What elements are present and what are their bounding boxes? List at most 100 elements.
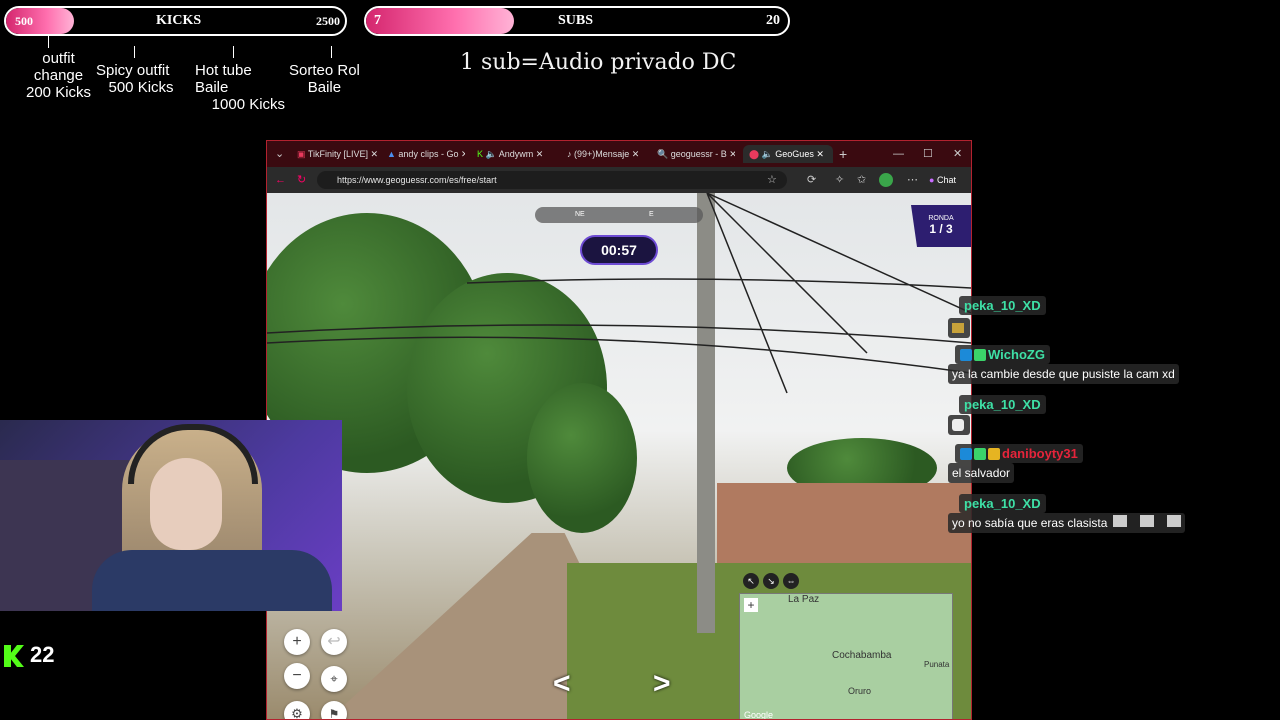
tab-label: GeoGues [775,149,814,159]
chat-username-text: peka_10_XD [964,397,1041,412]
extensions-icon[interactable]: ⟳ [807,167,816,193]
profile-avatar[interactable] [879,173,893,187]
kicks-goal-target: 2500 [316,14,340,28]
zoom-out-button[interactable]: − [284,663,310,689]
webcam-feed [0,420,342,611]
subs-goal-bar: 7 SUBS 20 [364,6,790,36]
moderator-badge-icon [960,349,972,361]
milestone-spicy-outfit: Spicy outfit 500 Kicks [96,62,174,96]
tab-label: andy clips - Go [398,149,459,159]
round-indicator: RONDA 1 / 3 [911,205,971,247]
map-place-la-paz: La Paz [788,594,820,605]
map-shrink-icon[interactable]: ↘ [763,573,779,589]
reload-icon[interactable]: ↻ [297,167,306,193]
emote-icon [952,323,964,333]
streamer-sweater [92,550,332,611]
flag-button[interactable]: ⚑ [321,701,347,719]
move-left-arrow[interactable]: < [553,667,571,701]
new-tab-button[interactable]: + [839,141,847,167]
tab-label: Andywm [498,149,534,159]
compass-e: E [649,211,654,218]
map-place-oruro: Oruro [848,686,872,696]
round-value: 1 / 3 [929,222,953,236]
chat-username-text: WichoZG [988,347,1045,362]
chat-message: yo no sabía que eras clasista [948,513,1186,533]
chat-username: WichoZG [955,345,1050,364]
copilot-chat-button[interactable]: ● Chat [929,167,956,193]
chat-username: peka_10_XD [959,395,1046,414]
close-window-button[interactable]: ✕ [953,141,962,167]
compass-strip: NE E [535,207,703,223]
chat-username-text: peka_10_XD [964,496,1041,511]
map-expand-icon[interactable]: ↖ [743,573,759,589]
tab-mensajes[interactable]: ♪ (99+)Mensaje ✕ [567,145,647,163]
milestone-sorteo-rol: Sorteo Rol Baile [289,62,360,96]
kicks-goal-bar: 500 KICKS 2500 [4,6,347,36]
return-to-start-button[interactable]: ⌖ [321,666,347,692]
emote-icon [1112,515,1127,527]
chat-message: ya la cambie desde que pusiste la cam xd [948,364,1179,384]
sub-reward-text: 1 sub=Audio privado DC [460,50,737,75]
url-text: https://www.geoguessr.com/es/free/start [337,175,497,185]
chat-label: Chat [936,175,956,185]
emote-icon [952,419,964,431]
milestone-tick [331,46,332,58]
milestone-tick [233,46,234,58]
tab-andy-clips[interactable]: ▲ andy clips - Go ✕ [387,145,465,163]
tab-label: TikFinity [LIVE] [307,149,369,159]
move-right-arrow[interactable]: > [653,667,671,701]
tab-tikfinity[interactable]: ▣ TikFinity [LIVE] ✕ [297,145,381,163]
guess-minimap[interactable]: + La Paz Cochabamba Oruro Punata Google [739,593,953,720]
street-view-panorama[interactable]: NE E 00:57 RONDA 1 / 3 + ↩ − ⌖ ⚙ ⚑ < > ↖… [267,193,971,720]
emote-icon [1140,515,1155,527]
map-zoom-in[interactable]: + [744,598,758,612]
kick-logo-icon [4,645,24,667]
undo-move-button[interactable]: ↩ [321,629,347,655]
map-place-cochabamba: Cochabamba [832,650,892,661]
kicks-goal-label: KICKS [156,13,202,28]
subs-goal-fill [366,8,514,34]
map-google-logo: Google [744,710,774,720]
settings-button[interactable]: ⚙ [284,701,310,719]
round-timer: 00:57 [580,235,658,265]
more-menu-icon[interactable]: ⋯ [907,167,918,193]
url-field[interactable]: https://www.geoguessr.com/es/free/start [317,171,787,189]
tab-geoguessr[interactable]: ⬤ 🔈 GeoGues ✕ [743,145,833,163]
tab-list-icon[interactable]: ⌄ [275,141,284,167]
minimize-button[interactable]: — [893,141,904,167]
tab-bar: ⌄ ▣ TikFinity [LIVE] ✕ ▲ andy clips - Go… [267,141,971,167]
kicks-goal-current: 500 [15,14,33,28]
milestone-tick [48,36,49,48]
chat-message-emote [948,318,970,338]
favorites-bar-icon[interactable]: ✩ [857,167,866,193]
og-badge-icon [974,349,986,361]
chat-message-text: yo no sabía que eras clasista [952,516,1108,530]
subs-goal-label: SUBS [558,13,594,28]
chat-username-text: daniboyty31 [1002,446,1078,461]
chat-message: el salvador [948,463,1015,483]
compass-ne: NE [575,211,585,218]
puzzle-icon[interactable]: ✧ [835,167,844,193]
address-bar: ← ↻ https://www.geoguessr.com/es/free/st… [267,167,971,193]
tab-andywm[interactable]: K 🔈 Andywm ✕ [477,145,549,163]
milestone-hot-tube: Hot tube Baile 1000 Kicks [195,62,286,113]
milestone-outfit-change: outfit change 200 Kicks [26,50,92,101]
back-icon[interactable]: ← [275,167,286,193]
emote-icon [1167,515,1182,527]
subs-goal-current: 7 [374,13,381,28]
zoom-in-button[interactable]: + [284,629,310,655]
tab-label: geoguessr - B [670,149,727,159]
map-pin-icon[interactable]: ⇔ [783,573,799,589]
favorite-icon[interactable]: ☆ [767,167,777,193]
maximize-button[interactable]: ☐ [923,141,933,167]
headphones [128,424,258,484]
subs-goal-target: 20 [766,13,780,28]
browser-window: ⌄ ▣ TikFinity [LIVE] ✕ ▲ andy clips - Go… [266,140,972,720]
crown-badge-icon [988,448,1000,460]
chat-username: peka_10_XD [959,494,1046,513]
chat-message-emote [948,415,970,435]
map-place-punata: Punata [924,660,950,669]
og-badge-icon [974,448,986,460]
milestone-tick [134,46,135,58]
tab-geoguessr-search[interactable]: 🔍 geoguessr - B ✕ [657,145,735,163]
